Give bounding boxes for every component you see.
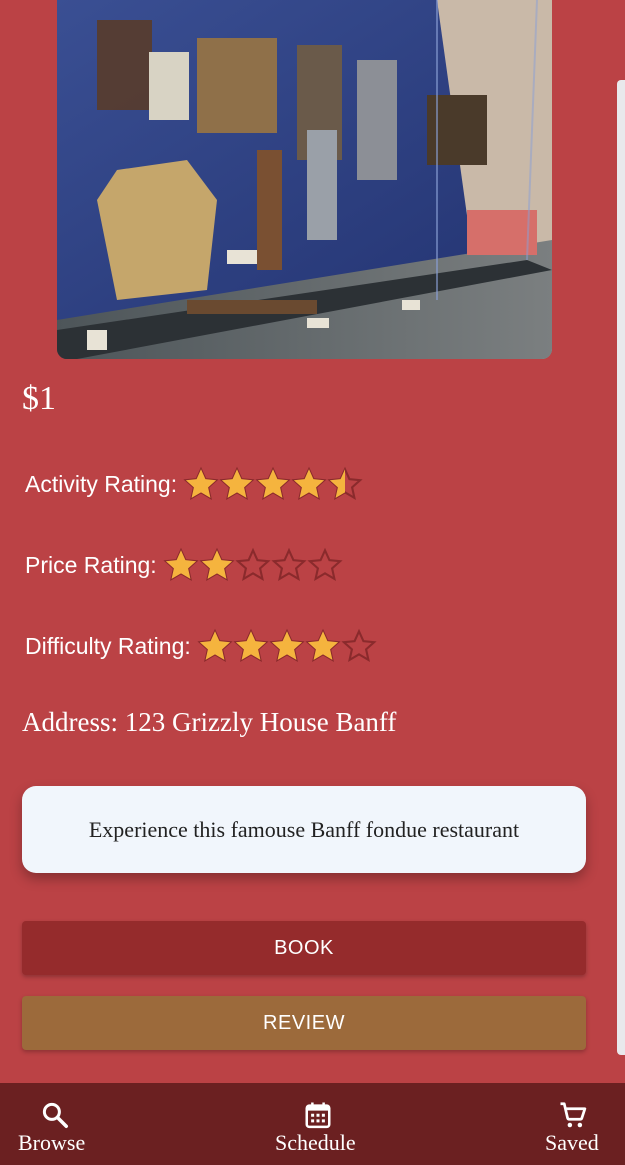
description-text: Experience this famouse Banff fondue res… bbox=[88, 816, 520, 842]
price-rating-label: Price Rating: bbox=[25, 551, 157, 578]
book-button[interactable]: BOOK bbox=[22, 921, 586, 975]
activity-rating-stars bbox=[183, 466, 363, 502]
star-filled-icon bbox=[305, 628, 341, 663]
price-rating: Price Rating: bbox=[25, 547, 343, 583]
activity-rating: Activity Rating: bbox=[25, 466, 363, 502]
nav-schedule-label: Schedule bbox=[275, 1130, 356, 1155]
nav-browse-label: Browse bbox=[18, 1130, 86, 1155]
star-filled-icon bbox=[183, 466, 219, 501]
review-button[interactable]: REVIEW bbox=[22, 996, 586, 1050]
star-filled-icon bbox=[219, 466, 255, 501]
star-filled-icon bbox=[197, 628, 233, 663]
difficulty-rating: Difficulty Rating: bbox=[25, 628, 377, 664]
difficulty-rating-label: Difficulty Rating: bbox=[25, 632, 191, 659]
price: $1 bbox=[22, 380, 56, 417]
address: Address: 123 Grizzly House Banff bbox=[22, 707, 397, 737]
nav-saved[interactable]: Saved bbox=[535, 1083, 625, 1165]
nav-browse[interactable]: Browse bbox=[0, 1083, 112, 1165]
star-filled-icon bbox=[291, 466, 327, 501]
star-filled-icon bbox=[233, 628, 269, 663]
star-empty-icon bbox=[235, 547, 271, 582]
star-empty-icon bbox=[271, 547, 307, 582]
star-empty-icon bbox=[307, 547, 343, 582]
star-half-icon bbox=[327, 466, 363, 501]
star-filled-icon bbox=[163, 547, 199, 582]
price-rating-stars bbox=[163, 547, 343, 583]
activity-photo bbox=[57, 0, 552, 359]
calendar-icon bbox=[305, 1102, 331, 1129]
star-filled-icon bbox=[269, 628, 305, 663]
star-empty-icon bbox=[341, 628, 377, 663]
bottom-nav: Browse Schedule Saved bbox=[0, 1083, 625, 1165]
search-icon bbox=[42, 1102, 68, 1128]
star-filled-icon bbox=[255, 466, 291, 501]
nav-schedule[interactable]: Schedule bbox=[262, 1083, 376, 1165]
nav-saved-label: Saved bbox=[545, 1130, 599, 1155]
difficulty-rating-stars bbox=[197, 628, 377, 664]
star-filled-icon bbox=[199, 547, 235, 582]
scrollbar[interactable] bbox=[617, 80, 625, 1055]
description-card: Experience this famouse Banff fondue res… bbox=[22, 786, 586, 873]
cart-icon bbox=[560, 1102, 587, 1128]
activity-rating-label: Activity Rating: bbox=[25, 470, 178, 497]
